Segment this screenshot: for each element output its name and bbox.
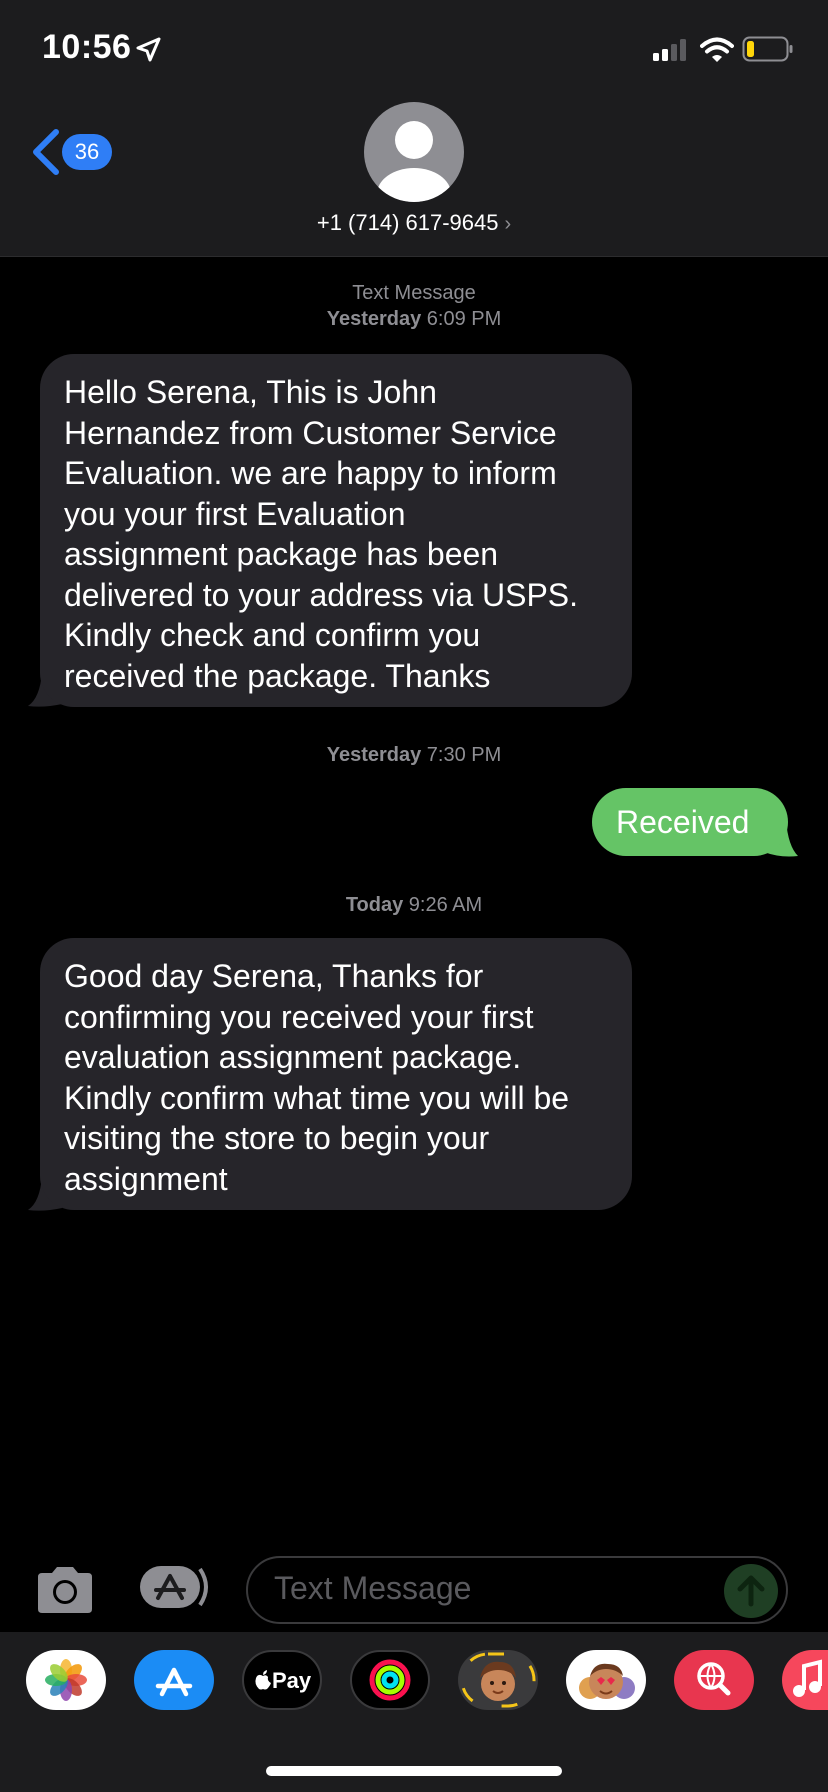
message-line: Hello Serena, This is John: [64, 374, 437, 410]
timestamp-2: Yesterday 7:30 PM: [0, 744, 828, 767]
incoming-message-bubble[interactable]: Good day Serena, Thanks for confirming y…: [40, 938, 632, 1210]
memoji-stickers-glyph-icon: [579, 1663, 635, 1699]
chevron-right-icon: ›: [504, 213, 512, 235]
location-arrow-icon: [136, 37, 161, 62]
apple-logo-icon: [255, 1670, 271, 1690]
back-chevron-icon[interactable]: [30, 128, 62, 176]
message-line: evaluation assignment package.: [64, 1039, 522, 1075]
message-line: visiting the store to begin your: [64, 1120, 490, 1156]
message-line: assignment package has been: [64, 536, 499, 572]
app-store-button-icon[interactable]: [138, 1564, 214, 1610]
photos-app-icon[interactable]: [26, 1650, 106, 1710]
outgoing-message-bubble[interactable]: Received: [592, 788, 788, 856]
app-store-glyph-icon: [155, 1667, 193, 1697]
app-store-icon[interactable]: [134, 1650, 214, 1710]
globe-search-icon: [697, 1662, 731, 1696]
arrow-up-icon: [737, 1575, 765, 1607]
activity-icon[interactable]: [350, 1650, 430, 1710]
web-search-icon[interactable]: [674, 1650, 754, 1710]
message-input-placeholder: Text Message: [274, 1570, 472, 1606]
message-line: Hernandez from Customer Service: [64, 414, 557, 451]
photos-flower-icon: [45, 1659, 87, 1701]
send-button[interactable]: [724, 1564, 778, 1618]
signal-icon: [653, 39, 686, 61]
battery-icon: [742, 36, 793, 62]
timestamp-time: 9:26 AM: [408, 894, 483, 916]
incoming-message-bubble[interactable]: Hello Serena, This is John Hernandez fro…: [40, 354, 632, 707]
timestamp-day: Yesterday: [326, 744, 422, 766]
timestamp-time: 7:30 PM: [426, 744, 502, 766]
wifi-icon: [700, 37, 734, 62]
timestamp-time: 6:09 PM: [426, 308, 502, 330]
memoji-stickers-icon[interactable]: [566, 1650, 646, 1710]
home-indicator[interactable]: [266, 1766, 562, 1776]
camera-icon[interactable]: [34, 1565, 96, 1615]
reply-text: Received: [616, 804, 750, 840]
message-line: received the package. Thanks: [64, 657, 491, 694]
memoji-icon[interactable]: [458, 1650, 538, 1710]
apple-pay-label: Pay: [272, 1668, 312, 1693]
message-line: confirming you received your first: [64, 998, 534, 1035]
message-line: you your first Evaluation: [64, 495, 406, 532]
message-line: Kindly check and confirm you: [64, 617, 481, 653]
contact-number[interactable]: +1 (714) 617-9645: [317, 210, 499, 235]
message-line: Evaluation. we are happy to inform: [64, 455, 557, 491]
person-silhouette-icon: [377, 121, 451, 202]
timestamp-day: Today: [345, 894, 404, 916]
message-line: Good day Serena, Thanks for: [64, 958, 484, 994]
timestamp-day: Yesterday: [326, 308, 422, 330]
timestamp-3: Today 9:26 AM: [0, 894, 828, 917]
timestamp-1: Yesterday 6:09 PM: [0, 308, 828, 331]
timestamp-service: Text Message: [352, 282, 476, 304]
status-time: 10:56: [42, 28, 132, 66]
message-line: assignment: [64, 1160, 228, 1197]
apple-pay-icon[interactable]: Pay: [242, 1650, 322, 1710]
contact-name[interactable]: +1 (714) 617-9645 ›: [0, 210, 828, 236]
message-line: delivered to your address via USPS.: [64, 576, 579, 613]
activity-rings-icon: [369, 1659, 411, 1701]
memoji-face-icon: [460, 1652, 536, 1708]
contact-avatar[interactable]: [364, 102, 464, 202]
message-line: Kindly confirm what time you will be: [64, 1079, 570, 1116]
unread-count-badge[interactable]: 36: [62, 134, 112, 170]
